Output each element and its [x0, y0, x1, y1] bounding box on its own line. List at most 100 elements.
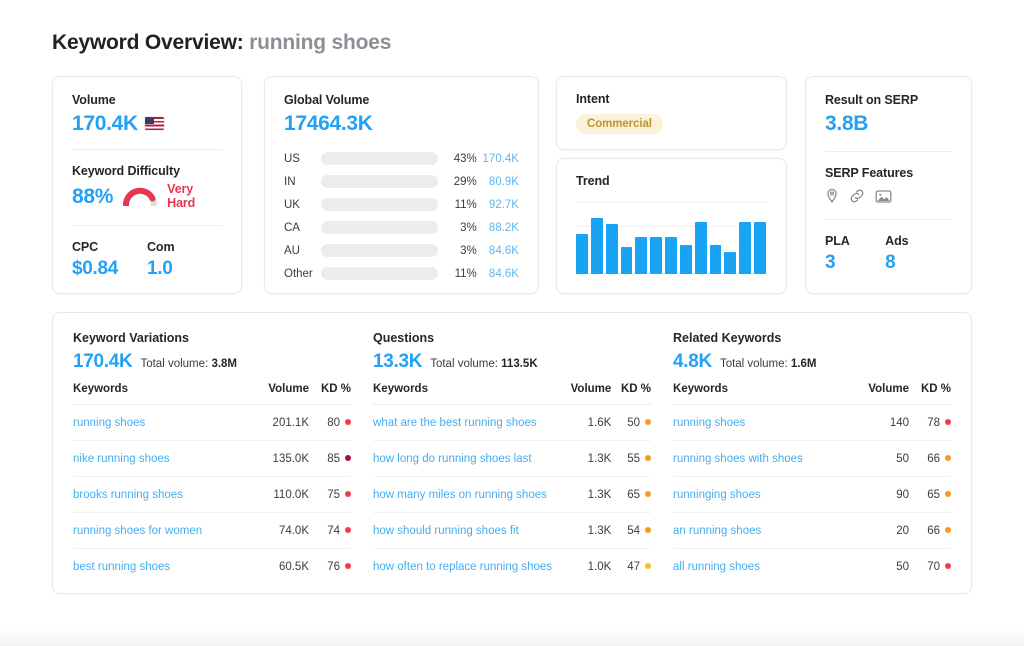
keyword-variations-column: Keyword Variations 170.4K Total volume: …: [73, 331, 351, 584]
column-header-volume[interactable]: Volume: [552, 383, 611, 405]
kd-dot-icon: [645, 527, 651, 533]
country-percent: 11%: [438, 199, 477, 211]
kd-value: 78: [927, 417, 940, 429]
volume-cell: 110.0K: [247, 477, 309, 513]
kd-cell: 54: [611, 513, 651, 549]
intent-card: Intent Commercial: [556, 76, 787, 150]
country-volume[interactable]: 80.9K: [477, 176, 519, 188]
questions-column: Questions 13.3K Total volume: 113.5K Key…: [373, 331, 651, 584]
column-header-keywords[interactable]: Keywords: [73, 383, 247, 405]
map-pin-icon[interactable]: [825, 188, 839, 204]
trend-bar: [635, 237, 647, 274]
country-volume[interactable]: 84.6K: [477, 268, 519, 280]
keyword-link[interactable]: runninging shoes: [673, 489, 761, 501]
keyword-link[interactable]: brooks running shoes: [73, 489, 183, 501]
serp-features-label: SERP Features: [825, 166, 952, 180]
keyword-cell: nike running shoes: [73, 441, 247, 477]
table-row: how often to replace running shoes1.0K47: [373, 549, 651, 585]
keyword-link[interactable]: running shoes for women: [73, 525, 202, 537]
kd-cell: 85: [309, 441, 351, 477]
country-volume[interactable]: 88.2K: [477, 222, 519, 234]
column-header-keywords[interactable]: Keywords: [673, 383, 847, 405]
country-volume[interactable]: 92.7K: [477, 199, 519, 211]
keyword-link[interactable]: nike running shoes: [73, 453, 170, 465]
volume-bar-track: [321, 267, 439, 280]
kd-value: 55: [627, 453, 640, 465]
keyword-difficulty-value: 88%: [72, 185, 113, 208]
difficulty-gauge-icon: [123, 187, 157, 206]
keyword-link[interactable]: running shoes with shoes: [673, 453, 803, 465]
kd-cell: 65: [611, 477, 651, 513]
volume-bar-track: [321, 221, 439, 234]
table-row: how long do running shoes last1.3K55: [373, 441, 651, 477]
country-volume[interactable]: 170.4K: [477, 153, 519, 165]
kd-dot-icon: [945, 563, 951, 569]
volume-cell: 50: [847, 549, 909, 585]
kd-dot-icon: [945, 527, 951, 533]
kd-value: 65: [627, 489, 640, 501]
country-volume[interactable]: 84.6K: [477, 245, 519, 257]
column-header-kd[interactable]: KD %: [909, 383, 951, 405]
volume-cell: 140: [847, 405, 909, 441]
table-row: how many miles on running shoes1.3K65: [373, 477, 651, 513]
kd-cell: 55: [611, 441, 651, 477]
trend-bar: [665, 237, 677, 274]
volume-bar-track: [321, 175, 439, 188]
keyword-overview-page: Keyword Overview: running shoes Volume 1…: [0, 0, 1024, 646]
kd-cell: 75: [309, 477, 351, 513]
keyword-cell: brooks running shoes: [73, 477, 247, 513]
volume-label: Volume: [72, 93, 222, 107]
table-row: nike running shoes135.0K85: [73, 441, 351, 477]
intent-label: Intent: [576, 92, 767, 106]
keyword-link[interactable]: running shoes: [73, 417, 145, 429]
volume-cell: 50: [847, 441, 909, 477]
keyword-cell: running shoes with shoes: [673, 441, 847, 477]
global-volume-value: 17464.3K: [284, 112, 519, 135]
global-volume-list: US43%170.4KIN29%80.9KUK11%92.7KCA3%88.2K…: [284, 147, 519, 285]
image-icon[interactable]: [875, 189, 892, 204]
kd-value: 50: [627, 417, 640, 429]
com-value: 1.0: [147, 258, 222, 280]
column-header-kd[interactable]: KD %: [309, 383, 351, 405]
total-volume-label: Total volume:: [140, 358, 208, 370]
keyword-link[interactable]: all running shoes: [673, 561, 760, 573]
column-header-keywords[interactable]: Keywords: [373, 383, 552, 405]
difficulty-verdict: Very Hard: [167, 182, 222, 210]
kd-dot-icon: [345, 527, 351, 533]
volume-cell: 1.3K: [552, 513, 611, 549]
column-header-volume[interactable]: Volume: [247, 383, 309, 405]
kd-dot-icon: [945, 419, 951, 425]
keyword-link[interactable]: how long do running shoes last: [373, 453, 532, 465]
total-volume-label: Total volume:: [430, 358, 498, 370]
trend-card: Trend: [556, 158, 787, 294]
column-header-kd[interactable]: KD %: [611, 383, 651, 405]
keyword-link[interactable]: best running shoes: [73, 561, 170, 573]
keyword-link[interactable]: how often to replace running shoes: [373, 561, 552, 573]
kd-cell: 78: [909, 405, 951, 441]
trend-label: Trend: [576, 174, 767, 188]
column-header-volume[interactable]: Volume: [847, 383, 909, 405]
ads-value: 8: [885, 252, 952, 274]
kd-dot-icon: [345, 563, 351, 569]
pla-label: PLA: [825, 234, 885, 248]
kd-cell: 66: [909, 441, 951, 477]
link-icon[interactable]: [849, 188, 865, 204]
kd-cell: 70: [909, 549, 951, 585]
intent-badge[interactable]: Commercial: [576, 114, 663, 134]
keyword-link[interactable]: how should running shoes fit: [373, 525, 519, 537]
kd-cell: 66: [909, 513, 951, 549]
keyword-cell: all running shoes: [673, 549, 847, 585]
kd-dot-icon: [645, 455, 651, 461]
keyword-variations-total: 3.8M: [211, 358, 237, 370]
volume-bar-track: [321, 244, 439, 257]
kd-cell: 74: [309, 513, 351, 549]
country-code: IN: [284, 176, 321, 188]
keyword-link[interactable]: an running shoes: [673, 525, 761, 537]
keyword-link[interactable]: how many miles on running shoes: [373, 489, 547, 501]
page-bottom-strip: [0, 628, 1024, 646]
keyword-link[interactable]: what are the best running shoes: [373, 417, 537, 429]
keyword-cell: running shoes: [673, 405, 847, 441]
volume-cell: 60.5K: [247, 549, 309, 585]
country-code: CA: [284, 222, 321, 234]
keyword-link[interactable]: running shoes: [673, 417, 745, 429]
